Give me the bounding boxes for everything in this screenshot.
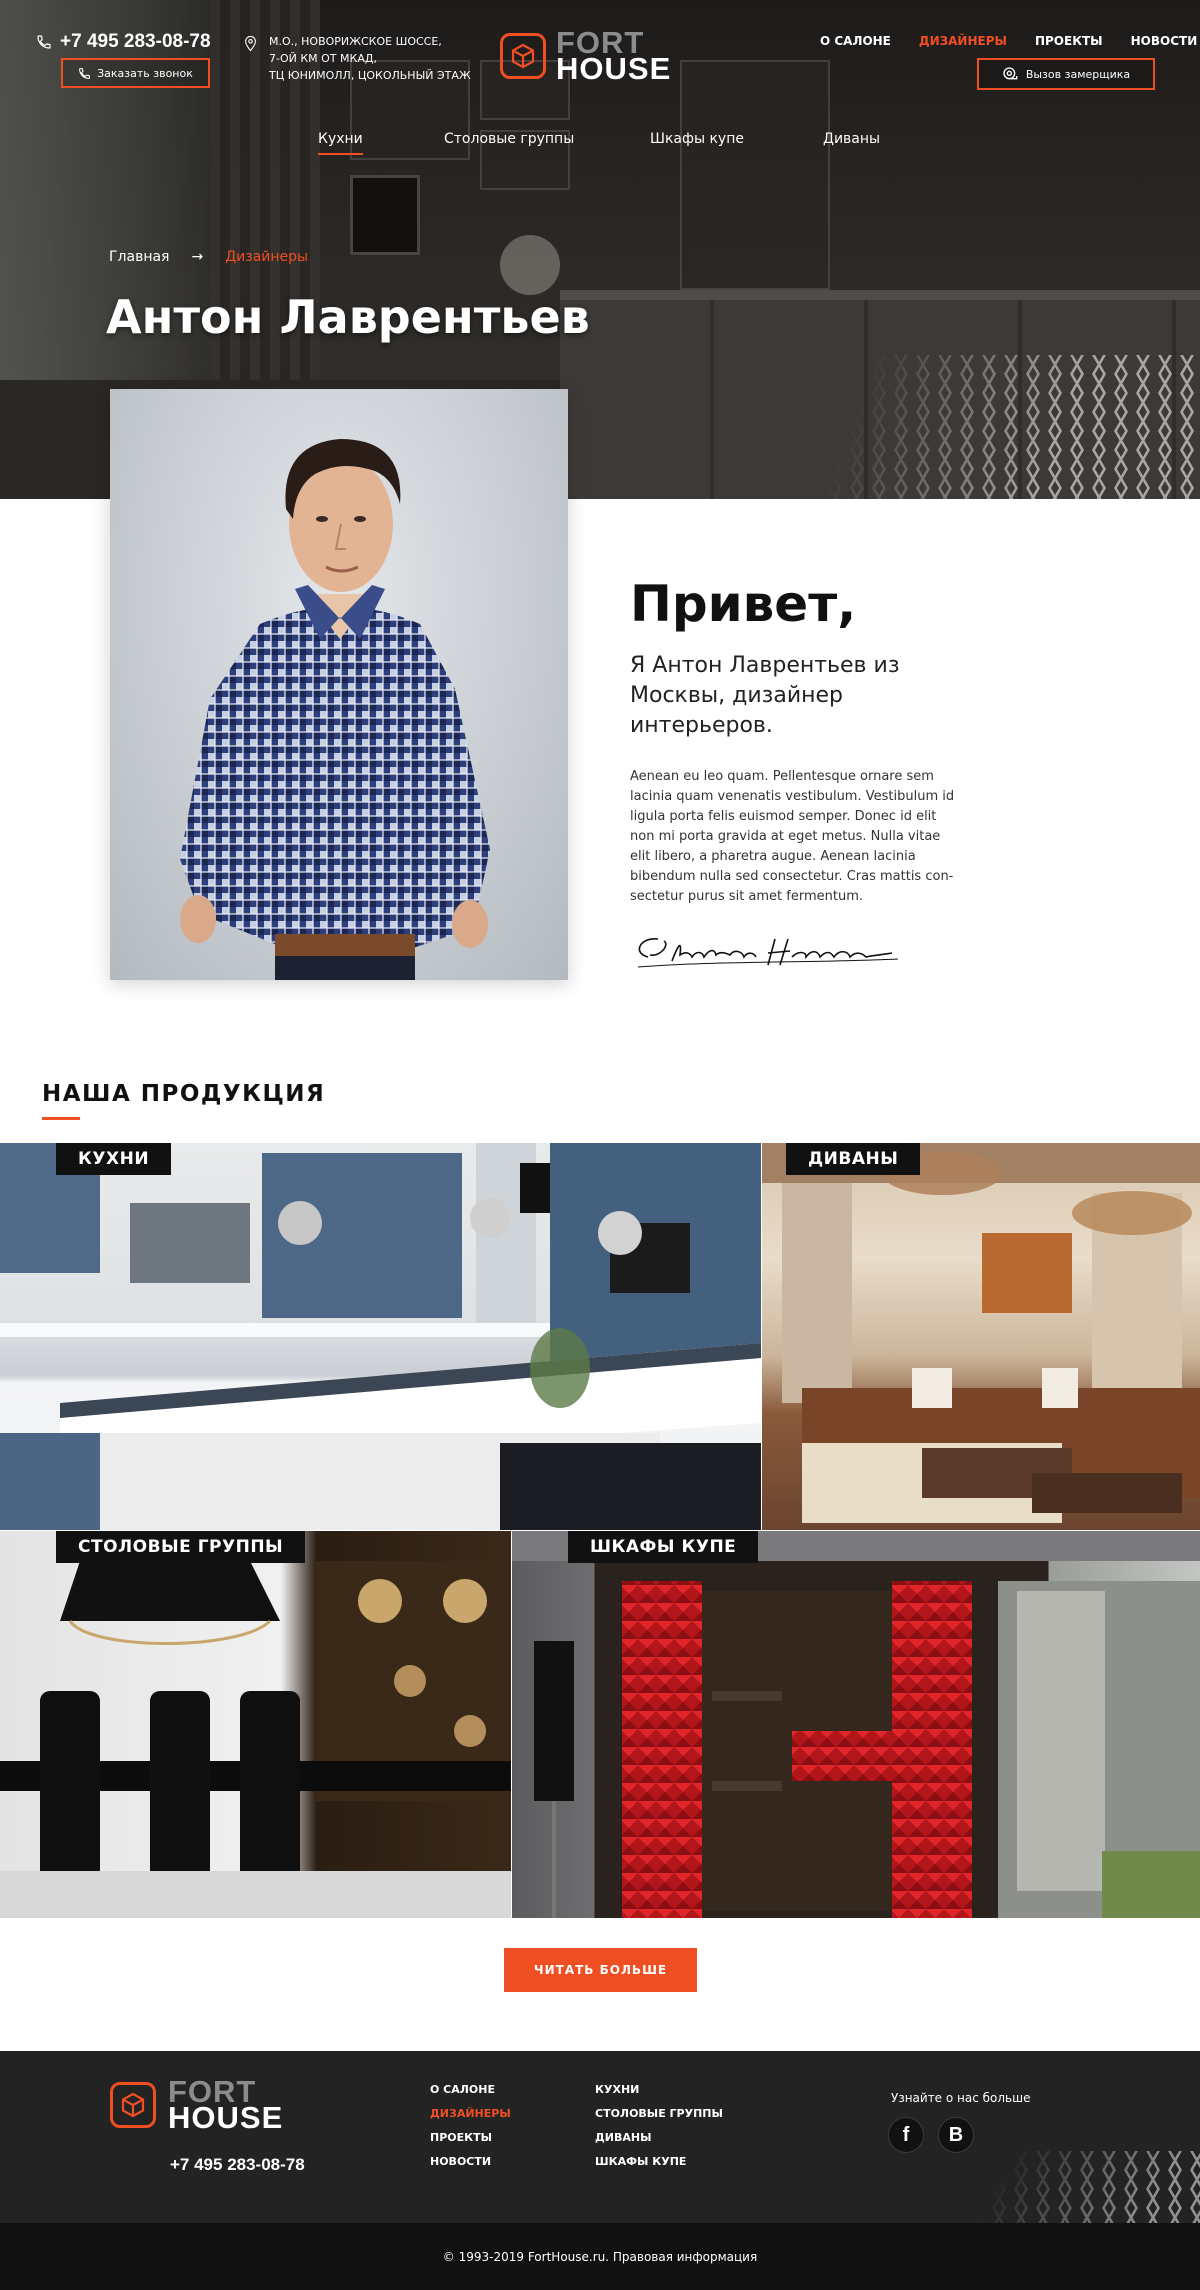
product-tile-kitchens[interactable]: КУХНИ — [0, 1143, 761, 1530]
footer-link-wardrobes[interactable]: ШКАФЫ КУПЕ — [595, 2155, 723, 2168]
footer-link-news[interactable]: НОВОСТИ — [430, 2155, 511, 2168]
wardrobe-photo-illustration — [512, 1531, 1200, 1918]
category-tab-sofas[interactable]: Диваны — [823, 131, 880, 147]
footer-logo[interactable]: FORT HOUSE — [110, 2076, 284, 2135]
footer-copyright-bar: © 1993-2019 FortHouse.ru. Правовая инфор… — [0, 2223, 1200, 2290]
footer-nav-main: О САЛОНЕ ДИЗАЙНЕРЫ ПРОЕКТЫ НОВОСТИ — [430, 2083, 511, 2168]
footer-phone[interactable]: +7 495 283-08-78 — [170, 2155, 305, 2175]
product-tile-wardrobes[interactable]: ШКАФЫ КУПЕ — [512, 1531, 1200, 1918]
footer-logo-house: HOUSE — [168, 2100, 284, 2135]
footer-logo-wordmark: FORT HOUSE — [168, 2076, 284, 2135]
address-line: 7-ОЙ КМ ОТ МКАД, — [269, 52, 377, 65]
kitchen-photo-illustration — [0, 1143, 761, 1530]
category-tab-kitchens[interactable]: Кухни — [318, 131, 363, 155]
breadcrumb-home[interactable]: Главная — [109, 249, 169, 265]
products-title: НАША ПРОДУКЦИЯ — [42, 1081, 326, 1107]
address-line: М.О., НОВОРИЖСКОЕ ШОССЕ, — [269, 35, 442, 48]
product-tag-wardrobes: ШКАФЫ КУПЕ — [568, 1531, 759, 1563]
product-tag-sofas: ДИВАНЫ — [786, 1143, 921, 1175]
call-measurer-label: Вызов замерщика — [1025, 67, 1131, 81]
footer-link-projects[interactable]: ПРОЕКТЫ — [430, 2131, 511, 2144]
products-title-underline — [42, 1117, 80, 1120]
footer-link-dining-groups[interactable]: СТОЛОВЫЕ ГРУППЫ — [595, 2107, 723, 2120]
about-greeting: Привет, — [630, 575, 857, 633]
category-tab-dining-groups[interactable]: Столовые группы — [444, 131, 574, 147]
location-pin-icon — [245, 35, 256, 52]
facebook-icon[interactable]: f — [888, 2117, 924, 2153]
footer-nav-products: КУХНИ СТОЛОВЫЕ ГРУППЫ ДИВАНЫ ШКАФЫ КУПЕ — [595, 2083, 723, 2168]
product-tag-dining-groups: СТОЛОВЫЕ ГРУППЫ — [56, 1531, 306, 1563]
page-title: Антон Лаврентьев — [106, 290, 590, 344]
nav-item-projects[interactable]: ПРОЕКТЫ — [1035, 34, 1103, 48]
designer-photo — [110, 389, 568, 980]
vk-icon[interactable]: B — [938, 2117, 974, 2153]
tape-measure-icon — [1003, 67, 1018, 80]
call-measurer-button[interactable]: Вызов замерщика — [977, 58, 1155, 90]
social-label: Узнайте о нас больше — [891, 2091, 1031, 2105]
designer-portrait-illustration — [180, 439, 490, 980]
breadcrumb: Главная → Дизайнеры — [109, 249, 308, 265]
footer-link-salon[interactable]: О САЛОНЕ — [430, 2083, 511, 2096]
logo-house: HOUSE — [556, 51, 672, 86]
nav-item-news[interactable]: НОВОСТИ — [1131, 34, 1198, 48]
order-call-button[interactable]: Заказать звонок — [61, 58, 210, 88]
footer: FORT HOUSE +7 495 283-08-78 О САЛОНЕ ДИЗ… — [0, 2051, 1200, 2290]
hero-triangle-pattern — [780, 355, 1200, 499]
copyright-text[interactable]: © 1993-2019 FortHouse.ru. Правовая инфор… — [443, 2250, 757, 2264]
product-tile-dining-groups[interactable]: СТОЛОВЫЕ ГРУППЫ — [0, 1531, 511, 1918]
header-address: М.О., НОВОРИЖСКОЕ ШОССЕ, 7-ОЙ КМ ОТ МКАД… — [244, 33, 471, 84]
about-intro: Я Антон Лаврентьев из Москвы, дизайнер и… — [630, 653, 900, 738]
product-tag-kitchens: КУХНИ — [56, 1143, 172, 1175]
footer-link-kitchens[interactable]: КУХНИ — [595, 2083, 723, 2096]
signature-image — [637, 938, 899, 968]
header-phone[interactable]: +7 495 283-08-78 — [36, 31, 211, 53]
nav-item-designers[interactable]: ДИЗАЙНЕРЫ — [919, 34, 1007, 48]
site-logo[interactable]: FORT HOUSE — [500, 27, 672, 86]
read-more-button[interactable]: ЧИТАТЬ БОЛЬШЕ — [504, 1948, 697, 1992]
sofa-photo-illustration — [762, 1143, 1200, 1523]
nav-item-salon[interactable]: О САЛОНЕ — [820, 34, 891, 48]
footer-link-sofas[interactable]: ДИВАНЫ — [595, 2131, 723, 2144]
order-call-label: Заказать звонок — [97, 66, 193, 80]
phone-icon — [37, 35, 51, 49]
breadcrumb-separator: → — [191, 249, 204, 265]
logo-cube-icon — [110, 2082, 156, 2128]
about-description: Aenean eu leo quam. Pellentesque ornare … — [630, 769, 955, 904]
category-tab-wardrobes[interactable]: Шкафы купе — [650, 131, 744, 147]
logo-cube-icon — [500, 33, 546, 79]
breadcrumb-current: Дизайнеры — [225, 249, 309, 265]
product-tile-sofas[interactable]: ДИВАНЫ — [762, 1143, 1200, 1530]
phone-number[interactable]: +7 495 283-08-78 — [60, 31, 211, 53]
footer-link-designers[interactable]: ДИЗАЙНЕРЫ — [430, 2107, 511, 2120]
address-text: М.О., НОВОРИЖСКОЕ ШОССЕ, 7-ОЙ КМ ОТ МКАД… — [269, 33, 471, 84]
top-navigation: О САЛОНЕ ДИЗАЙНЕРЫ ПРОЕКТЫ НОВОСТИ — [820, 34, 1197, 48]
phone-icon — [79, 67, 91, 79]
logo-wordmark: FORT HOUSE — [556, 27, 672, 86]
dining-photo-illustration — [0, 1561, 511, 1918]
address-line: ТЦ ЮНИМОЛЛ, ЦОКОЛЬНЫЙ ЭТАЖ — [269, 69, 471, 82]
